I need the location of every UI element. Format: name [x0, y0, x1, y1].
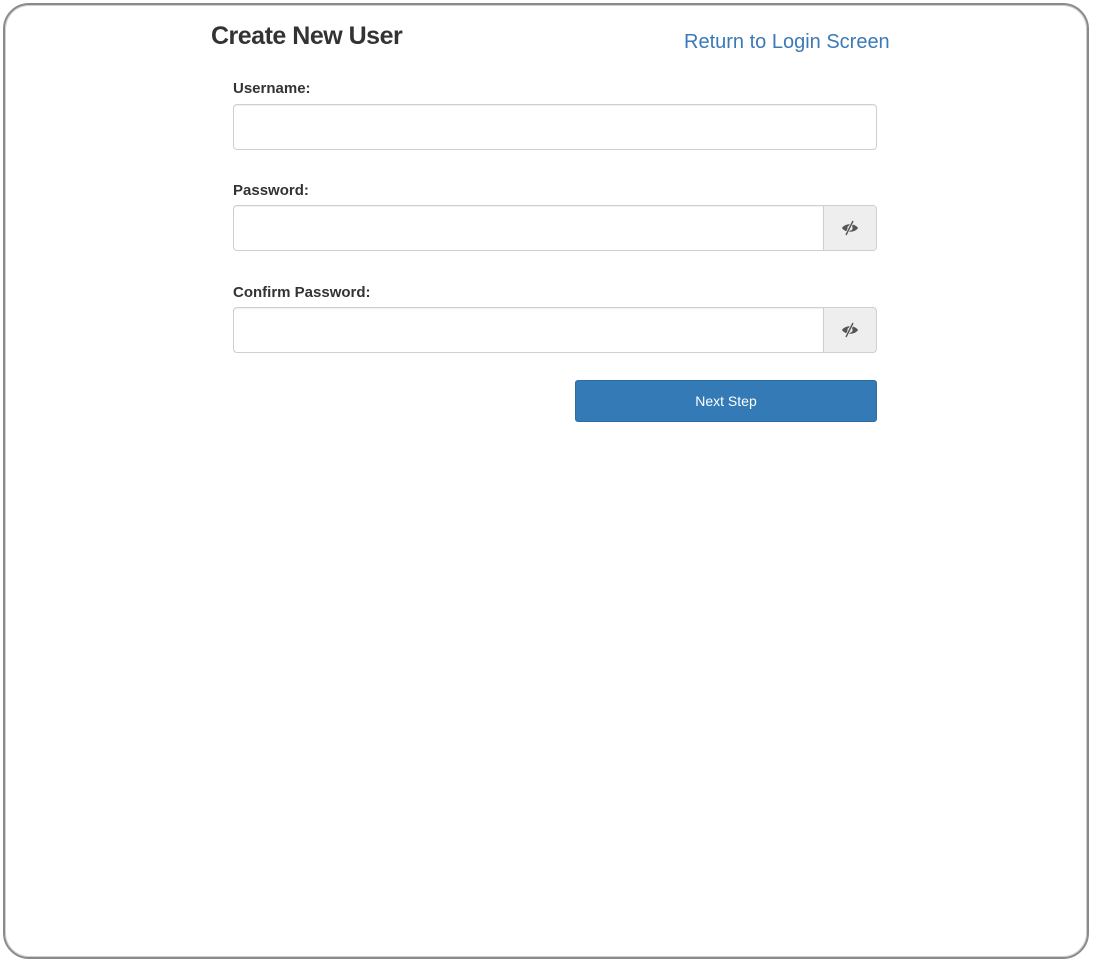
page-title: Create New User — [211, 22, 403, 50]
eye-slash-icon — [840, 220, 860, 236]
password-label: Password: — [233, 182, 309, 199]
password-input[interactable] — [233, 205, 824, 251]
next-step-button[interactable]: Next Step — [575, 380, 877, 422]
password-visibility-toggle[interactable] — [823, 205, 877, 251]
return-to-login-link[interactable]: Return to Login Screen — [684, 31, 890, 54]
confirm-password-label: Confirm Password: — [233, 284, 371, 301]
confirm-password-visibility-toggle[interactable] — [823, 307, 877, 353]
eye-slash-icon — [840, 322, 860, 338]
username-input[interactable] — [233, 104, 877, 150]
username-label: Username: — [233, 80, 311, 97]
confirm-password-input[interactable] — [233, 307, 824, 353]
